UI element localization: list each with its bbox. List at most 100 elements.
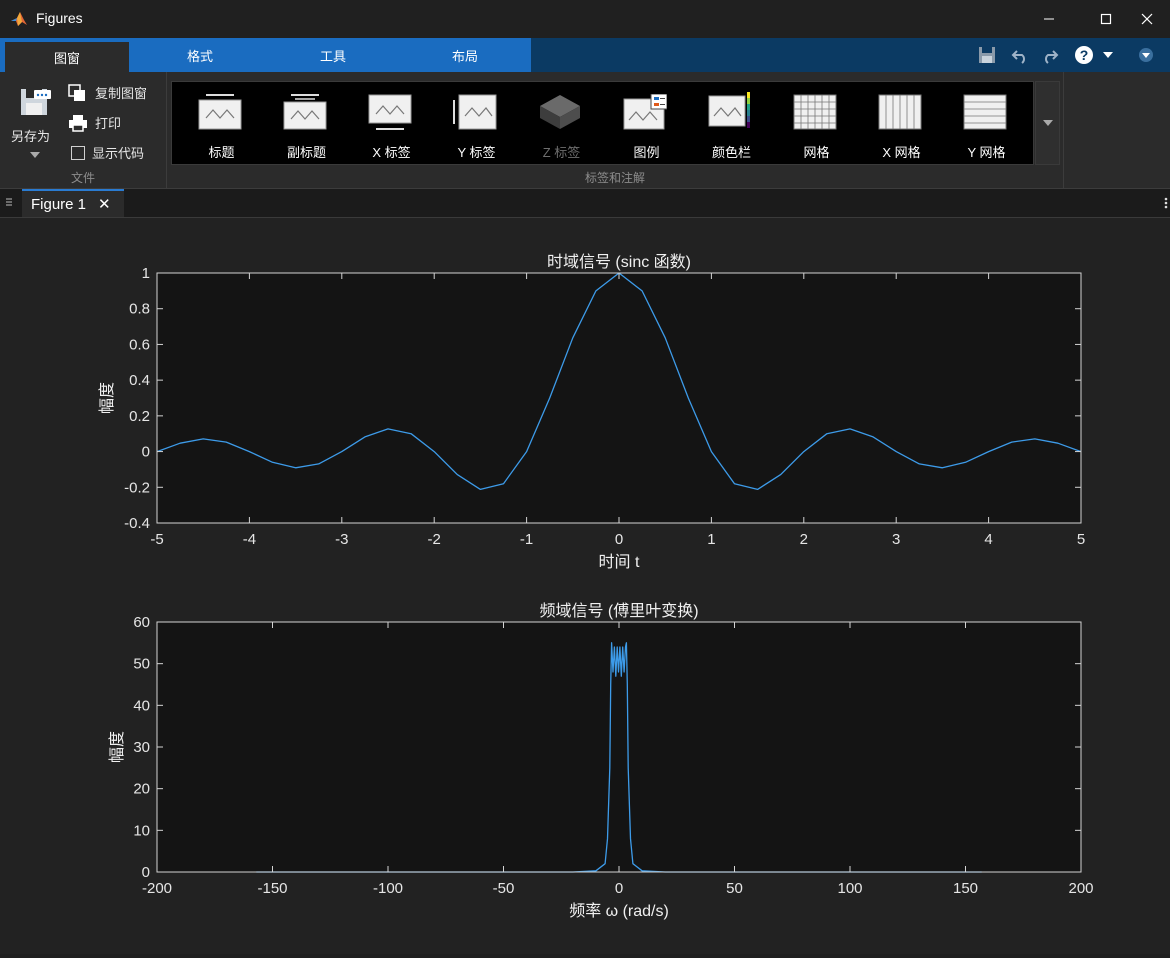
x-tick-label: 0 [615, 880, 623, 897]
quick-access-menu-button[interactable] [1136, 38, 1156, 72]
minimize-button[interactable] [1026, 0, 1072, 38]
save-as-button[interactable]: 另存为 [6, 82, 62, 162]
document-tab-bar: Figure 1 ✕ [0, 189, 1170, 218]
tab-layout[interactable]: 布局 [400, 38, 530, 72]
zlabel-label: Z 标签 [542, 145, 581, 160]
save-as-icon [21, 89, 51, 115]
help-button[interactable]: ? [1072, 38, 1096, 72]
title-icon [198, 94, 242, 130]
colorbar-icon [708, 92, 750, 128]
show-code-label: 显示代码 [92, 146, 145, 161]
x-tick-label: 1 [707, 531, 715, 548]
x-tick-label: 2 [800, 531, 808, 548]
close-window-button[interactable] [1124, 0, 1170, 38]
help-icon: ? [1075, 46, 1093, 64]
x-tick-label: -3 [335, 531, 348, 548]
y-axis-label: 幅度 [108, 731, 126, 763]
copy-figure-button[interactable]: 复制图窗 [68, 83, 147, 102]
window-title: Figures [36, 10, 83, 26]
x-tick-label: -2 [428, 531, 441, 548]
save-icon [979, 47, 995, 63]
x-tick-label: -50 [493, 880, 515, 897]
print-button[interactable]: 打印 [68, 113, 121, 132]
legend-icon [623, 94, 667, 130]
xlabel-button[interactable]: X 标签 [349, 82, 434, 164]
help-dropdown-button[interactable] [1098, 38, 1118, 72]
x-tick-label: -4 [243, 531, 256, 548]
more-options-icon[interactable] [1164, 197, 1168, 209]
tab-figure-1[interactable]: Figure 1 ✕ [22, 189, 124, 217]
labels-gallery: 标题 副标题 X 标签 Y 标签 Z 标签 图例 颜色栏 网格 X 网格 Y 网… [171, 81, 1034, 165]
x-tick-label: 0 [615, 531, 623, 548]
x-tick-label: 4 [984, 531, 992, 548]
labels-section-label: 标签和注解 [584, 171, 645, 185]
legend-button[interactable]: 图例 [604, 82, 689, 164]
undo-button[interactable] [1009, 38, 1031, 72]
ylabel-button[interactable]: Y 标签 [434, 82, 519, 164]
y-tick-label: -0.2 [124, 479, 150, 496]
ygrid-button[interactable]: Y 网格 [944, 82, 1029, 164]
y-tick-label: 0 [142, 864, 150, 881]
grid-button[interactable]: 网格 [774, 82, 859, 164]
tab-tools[interactable]: 工具 [268, 38, 398, 72]
x-tick-label: -200 [142, 880, 172, 897]
file-section: 另存为 复制图窗 打印 显示代码 文件 [0, 72, 167, 188]
axes-title: 时域信号 (sinc 函数) [547, 253, 691, 271]
axes-1: -5 -4 -3 -2 -1 0 1 2 3 4 5 -0.4 -0.2 0 0.2 0.4 0.6 0.8 1 时域… [98, 253, 1085, 571]
title-label: 标题 [208, 145, 235, 160]
gallery-expand-button[interactable] [1035, 81, 1060, 165]
y-tick-label: 1 [142, 265, 150, 282]
y-tick-label: 0.8 [129, 301, 150, 318]
tab-figure[interactable]: 图窗 [5, 42, 129, 72]
colorbar-button[interactable]: 颜色栏 [689, 82, 774, 164]
show-code-checkbox[interactable]: 显示代码 [68, 143, 144, 162]
axes-title: 频域信号 (傅里叶变换) [539, 602, 698, 620]
xlabel-label: X 标签 [372, 145, 411, 160]
subtitle-icon [283, 94, 327, 130]
chevron-down-icon [30, 152, 40, 158]
xgrid-button[interactable]: X 网格 [859, 82, 944, 164]
undo-icon [1011, 50, 1025, 64]
x-tick-label: 3 [892, 531, 900, 548]
x-tick-label: -5 [150, 531, 163, 548]
x-axis-label: 频率 ω (rad/s) [569, 902, 669, 920]
x-tick-label: 5 [1077, 531, 1085, 548]
zlabel-button[interactable]: Z 标签 [519, 82, 604, 164]
copy-figure-label: 复制图窗 [95, 86, 148, 101]
checkbox-box[interactable] [71, 145, 85, 160]
figure-tab-label: Figure 1 [31, 195, 87, 213]
redo-icon [1045, 50, 1059, 64]
tab-format[interactable]: 格式 [135, 38, 265, 72]
save-as-label: 另存为 [11, 129, 51, 144]
ygrid-icon [963, 94, 1007, 130]
redo-button[interactable] [1039, 38, 1061, 72]
print-label: 打印 [95, 116, 122, 131]
panel-menu-icon[interactable] [6, 198, 12, 208]
x-tick-label: -100 [373, 880, 403, 897]
matlab-logo-icon [11, 12, 27, 26]
minimize-icon [1044, 18, 1054, 20]
chevron-down-icon [1042, 120, 1053, 126]
maximize-icon [1100, 13, 1112, 25]
y-tick-label: -0.4 [124, 515, 150, 532]
subtitle-button[interactable]: 副标题 [264, 82, 349, 164]
x-tick-label: -150 [257, 880, 287, 897]
legend-label: 图例 [633, 145, 660, 160]
y-tick-label: 30 [133, 739, 150, 756]
svg-text:?: ? [1080, 47, 1089, 63]
axes-2: -200 -150 -100 -50 0 50 100 150 200 0 10 20 30 40 50 60… [108, 602, 1094, 920]
zlabel-icon [540, 95, 580, 129]
x-tick-label: 50 [726, 880, 743, 897]
close-tab-icon[interactable]: ✕ [98, 195, 111, 213]
maximize-button[interactable] [1083, 0, 1129, 38]
y-tick-label: 40 [133, 697, 150, 714]
xgrid-label: X 网格 [882, 145, 921, 160]
x-tick-label: -1 [520, 531, 533, 548]
xgrid-icon [878, 94, 922, 130]
save-quick-button[interactable] [976, 38, 998, 72]
y-tick-label: 0.2 [129, 408, 150, 425]
x-tick-label: 100 [837, 880, 862, 897]
copy-icon [68, 83, 85, 101]
ygrid-label: Y 网格 [967, 145, 1006, 160]
title-button[interactable]: 标题 [179, 82, 264, 164]
